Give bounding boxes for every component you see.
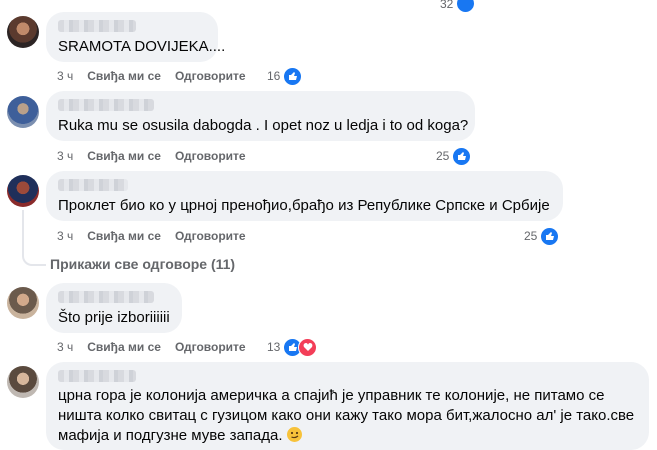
comment-actions: 3 ч Свиђа ми се Одговорите xyxy=(57,228,260,244)
like-icon xyxy=(283,66,303,86)
comment-time[interactable]: 3 ч xyxy=(57,229,73,243)
comment-time[interactable]: 3 ч xyxy=(57,340,73,354)
reply-button[interactable]: Одговорите xyxy=(175,69,246,83)
reaction-count: 16 xyxy=(267,69,281,83)
reaction-summary[interactable]: 25 xyxy=(436,146,472,166)
avatar[interactable] xyxy=(7,175,39,207)
avatar[interactable] xyxy=(7,366,39,398)
reaction-count: 25 xyxy=(436,149,450,163)
comment-bubble: Ruka mu se osusila dabogda . I opet noz … xyxy=(46,91,475,141)
comment-bubble: SRAMOTA DOVIJEKA.... xyxy=(46,12,225,62)
comment-bubble: Проклет био ко у црној пренођио,брађо из… xyxy=(46,171,563,221)
comment-text: SRAMOTA DOVIJEKA.... xyxy=(58,38,226,55)
avatar[interactable] xyxy=(7,287,39,319)
author-name-redacted[interactable] xyxy=(58,291,154,303)
like-button[interactable]: Свиђа ми се xyxy=(87,229,161,243)
comment-time[interactable]: 3 ч xyxy=(57,149,73,163)
comment-text: Ruka mu se osusila dabogda . I opet noz … xyxy=(58,117,469,134)
like-button[interactable]: Свиђа ми се xyxy=(87,69,161,83)
smirk-emoji-icon xyxy=(286,427,302,442)
like-icon xyxy=(452,146,472,166)
author-name-redacted[interactable] xyxy=(58,99,154,111)
reaction-count: 25 xyxy=(524,229,538,243)
comment-text: Što prije izboriiiiii xyxy=(58,309,170,326)
comment-text: црна гора је колонија америчка а спајић … xyxy=(58,386,643,446)
comment-bubble: Što prije izboriiiiii xyxy=(46,283,182,333)
avatar[interactable] xyxy=(7,96,39,128)
comment-bubble: црна гора је колонија америчка а спајић … xyxy=(46,362,649,450)
avatar[interactable] xyxy=(7,16,39,48)
reply-button[interactable]: Одговорите xyxy=(175,229,246,243)
like-icon xyxy=(540,226,560,246)
like-icon xyxy=(456,0,476,13)
comment-time[interactable]: 3 ч xyxy=(57,69,73,83)
author-name-redacted[interactable] xyxy=(58,179,128,191)
reaction-count: 13 xyxy=(267,340,281,354)
comment-actions: 3 ч Свиђа ми се Одговорите xyxy=(57,339,260,355)
thread-connector xyxy=(22,210,46,266)
reaction-summary[interactable]: 25 xyxy=(524,226,560,246)
comment-text-body: црна гора је колонија америчка а спајић … xyxy=(58,387,635,444)
reaction-summary[interactable]: 16 xyxy=(267,66,303,86)
comment-actions: 3 ч Свиђа ми се Одговорите xyxy=(57,148,260,164)
reply-button[interactable]: Одговорите xyxy=(175,340,246,354)
comment-text: Проклет био ко у црној пренођио,брађо из… xyxy=(58,197,550,214)
reaction-summary[interactable]: 13 xyxy=(267,337,318,357)
author-name-redacted[interactable] xyxy=(58,370,136,382)
like-button[interactable]: Свиђа ми се xyxy=(87,149,161,163)
partial-reaction-count: 32 xyxy=(440,0,454,11)
love-icon xyxy=(298,337,318,357)
comment-actions: 3 ч Свиђа ми се Одговорите xyxy=(57,68,260,84)
partial-reaction: 32 xyxy=(440,0,476,13)
reply-button[interactable]: Одговорите xyxy=(175,149,246,163)
author-name-redacted[interactable] xyxy=(58,20,136,32)
show-all-replies-link[interactable]: Прикажи све одговоре (11) xyxy=(50,256,235,272)
like-button[interactable]: Свиђа ми се xyxy=(87,340,161,354)
